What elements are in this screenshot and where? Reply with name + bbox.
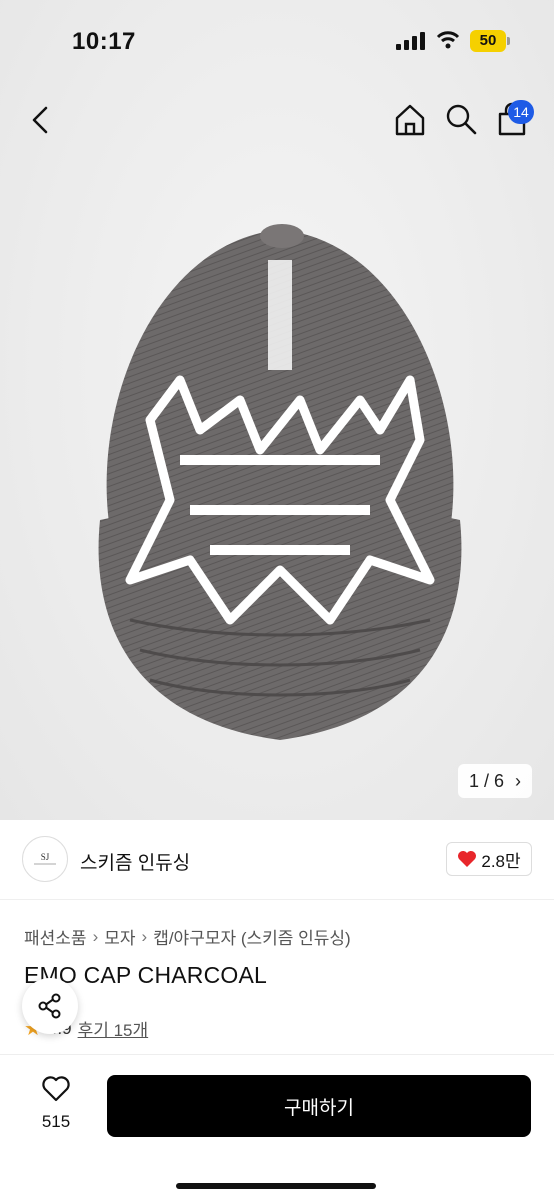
breadcrumb: 패션소품 › 모자 › 캡/야구모자 (스키즘 인듀싱) [24,924,351,949]
status-bar: 10:17 50 [0,0,554,84]
wifi-icon [436,31,460,49]
share-button[interactable] [22,978,78,1034]
chevron-right-icon: › [92,926,99,946]
heart-filled-icon [458,851,477,867]
brand-likes-count: 2.8만 [481,851,521,871]
cellular-signal-icon [396,32,425,50]
brand-row: SJ 스키즘 인듀싱 2.8만 [0,820,554,900]
brand-name[interactable]: 스키즘 인듀싱 [80,848,190,875]
reviews-link[interactable]: 후기 15개 [78,1016,149,1041]
chevron-right-icon: › [141,926,148,946]
brand-logo[interactable]: SJ [22,836,68,882]
search-icon[interactable] [444,102,478,136]
back-icon[interactable] [24,100,58,140]
wishlist-button[interactable]: 515 [34,1075,78,1132]
buy-button[interactable]: 구매하기 [107,1075,531,1137]
home-icon[interactable] [392,102,428,138]
breadcrumb-item[interactable]: 모자 [104,924,135,949]
bottom-bar: 515 구매하기 [0,1054,554,1200]
status-time: 10:17 [72,28,136,55]
cart-count-badge: 14 [508,100,534,124]
breadcrumb-item[interactable]: 캡/야구모자 (스키즘 인듀싱) [153,924,351,949]
heart-icon [42,1076,70,1102]
breadcrumb-item[interactable]: 패션소품 [24,924,87,949]
wishlist-count: 515 [41,1112,71,1131]
brand-logo-mark: SJ [34,852,56,865]
share-icon [38,993,61,1019]
image-pager-text: 1 / 6 [469,771,505,791]
cap-photo [98,224,462,740]
image-pager[interactable]: 1 / 6 › [458,764,532,798]
brand-like-button[interactable]: 2.8만 [446,842,532,876]
home-indicator [176,1183,376,1189]
chevron-right-icon: › [515,771,522,791]
product-image[interactable]: 10:17 50 14 1 / 6 › [0,0,554,820]
svg-text:SJ: SJ [41,852,50,862]
battery-indicator: 50 [470,30,510,52]
